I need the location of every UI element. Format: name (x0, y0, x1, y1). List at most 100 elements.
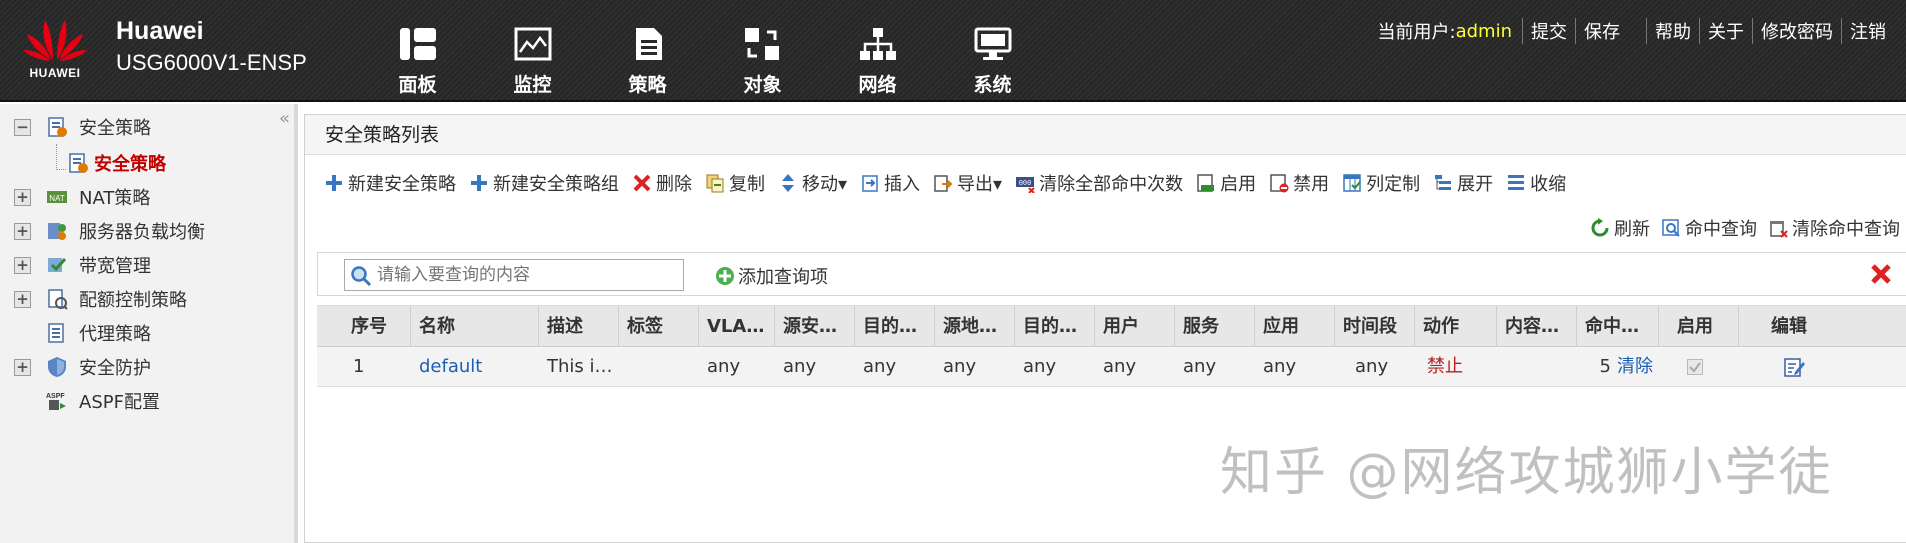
column-header-enabled[interactable]: 启用 (1659, 306, 1739, 348)
export-dropdown[interactable]: 导出▾ (932, 170, 1002, 196)
logout-link[interactable]: 注销 (1841, 18, 1894, 44)
column-header-app[interactable]: 应用 (1255, 306, 1335, 348)
clear-hits-icon: 000 (1014, 172, 1036, 194)
enable-icon (1195, 172, 1217, 194)
disable-button[interactable]: 禁用 (1268, 170, 1329, 196)
edit-icon (1784, 358, 1805, 377)
search-input[interactable] (344, 259, 684, 291)
sidebar-item-load-balance[interactable]: + 服务器负载均衡 (14, 216, 205, 246)
column-header-edit: 编辑 (1771, 316, 1807, 337)
sidebar-item-security-protection[interactable]: + 安全防护 (14, 352, 151, 382)
copy-button[interactable]: 复制 (704, 170, 765, 196)
nav-monitor[interactable]: 监控 (475, 0, 590, 102)
columns-icon (1341, 172, 1363, 194)
column-header-action[interactable]: 动作 (1415, 306, 1497, 348)
row-dst-zone: any (863, 356, 897, 377)
new-policy-button[interactable]: 新建安全策略 (323, 170, 456, 196)
sidebar-item-quota[interactable]: + 配额控制策略 (14, 284, 187, 314)
bandwidth-icon (45, 253, 69, 277)
sidebar-item-bandwidth[interactable]: + 带宽管理 (14, 250, 151, 280)
brand: Huawei USG6000V1-ENSP (116, 14, 307, 78)
row-app: any (1263, 356, 1297, 377)
expand-toggle-icon[interactable]: + (14, 290, 31, 308)
add-query-button[interactable]: 添加查询项 (714, 263, 828, 289)
clear-hit-query-icon (1767, 217, 1789, 239)
collapse-toggle-icon[interactable]: − (14, 118, 31, 136)
clear-hit-query-button[interactable]: 清除命中查询 (1767, 215, 1900, 241)
column-header-src-addr[interactable]: 源地… (935, 306, 1015, 348)
row-enabled-checkbox[interactable] (1659, 347, 1739, 387)
column-header-tag[interactable]: 标签 (619, 306, 699, 348)
insert-button[interactable]: 插入 (859, 170, 920, 196)
sidebar-item-security-policy[interactable]: 安全策略 (66, 148, 166, 178)
delete-button[interactable]: 删除 (631, 170, 692, 196)
row-content (1497, 347, 1577, 387)
table-header: 序号 名称 描述 标签 VLA… 源安… 目的… 源地… 目的… 用户 服务 应… (317, 305, 1906, 348)
expand-toggle-icon[interactable]: + (14, 188, 31, 206)
refresh-button[interactable]: 刷新 (1589, 215, 1650, 241)
change-password-link[interactable]: 修改密码 (1752, 18, 1841, 44)
copy-icon (704, 172, 726, 194)
move-dropdown[interactable]: 移动▾ (777, 170, 847, 196)
column-header-index[interactable]: 序号 (317, 306, 411, 348)
hit-query-button[interactable]: 命中查询 (1660, 215, 1757, 241)
expand-toggle-icon[interactable]: + (14, 222, 31, 240)
nav-network[interactable]: 网络 (820, 0, 935, 102)
system-icon (971, 24, 1015, 64)
row-tag (619, 347, 699, 387)
toolbar: 新建安全策略 新建安全策略组 删除 复制 移动▾ 插入 导出▾ 000 清除全部 (323, 168, 1578, 198)
row-edit-button[interactable] (1739, 347, 1906, 387)
new-policy-group-button[interactable]: 新建安全策略组 (468, 170, 619, 196)
expand-toggle-icon[interactable]: + (14, 358, 31, 376)
column-header-dst-addr[interactable]: 目的… (1015, 306, 1095, 348)
column-header-service[interactable]: 服务 (1175, 306, 1255, 348)
table-row[interactable]: 1 default This i… any any any any any an… (317, 347, 1906, 387)
nav-object[interactable]: 对象 (705, 0, 820, 102)
nav-dashboard[interactable]: 面板 (360, 0, 475, 102)
row-time: any (1355, 356, 1389, 377)
submit-link[interactable]: 提交 (1522, 18, 1575, 44)
column-header-src-zone[interactable]: 源安… (775, 306, 855, 348)
sidebar-item-proxy[interactable]: 代理策略 (14, 318, 151, 348)
save-link[interactable]: 保存 (1575, 18, 1628, 44)
column-header-hits[interactable]: 命中… (1577, 306, 1659, 348)
help-link[interactable]: 帮助 (1646, 18, 1699, 44)
sidebar-item-security-policy-group[interactable]: − 安全策略 (14, 112, 151, 142)
column-header-vlan[interactable]: VLA… (699, 306, 775, 348)
sidebar-item-label: 带宽管理 (79, 256, 151, 277)
sidebar-item-aspf[interactable]: ASPF ASPF配置 (14, 386, 160, 416)
row-desc: This i… (547, 356, 613, 377)
column-customize-button[interactable]: 列定制 (1341, 170, 1420, 196)
nav-policy[interactable]: 策略 (590, 0, 705, 102)
column-header-content[interactable]: 内容… (1497, 306, 1577, 348)
column-header-dst-zone[interactable]: 目的… (855, 306, 935, 348)
nav-label: 网络 (858, 74, 897, 96)
top-links: 当前用户: admin 提交 保存 帮助 关于 修改密码 注销 (1378, 18, 1894, 44)
about-link[interactable]: 关于 (1699, 18, 1752, 44)
collapse-button[interactable]: 收缩 (1505, 170, 1566, 196)
proxy-icon (45, 321, 69, 345)
secondary-toolbar: 刷新 命中查询 清除命中查询 (1579, 213, 1900, 243)
expand-button[interactable]: 展开 (1432, 170, 1493, 196)
expand-toggle-icon[interactable]: + (14, 256, 31, 274)
collapse-sidebar-icon[interactable]: « (279, 108, 290, 129)
logo-text: HUAWEI (29, 66, 81, 80)
current-user-label: 当前用户: (1377, 22, 1456, 43)
row-clear-hits-link[interactable]: 清除 (1615, 347, 1659, 387)
sidebar-item-label: 代理策略 (79, 324, 151, 345)
nav-label: 对象 (743, 74, 782, 96)
security-policy-icon (66, 151, 90, 175)
column-header-time[interactable]: 时间段 (1335, 306, 1415, 348)
close-search-icon[interactable] (1870, 263, 1892, 285)
column-header-user[interactable]: 用户 (1095, 306, 1175, 348)
column-header-desc[interactable]: 描述 (539, 306, 619, 348)
disable-icon (1268, 172, 1290, 194)
row-name-link[interactable]: default (411, 347, 539, 387)
insert-icon (859, 172, 881, 194)
clear-all-hits-button[interactable]: 000 清除全部命中次数 (1014, 170, 1183, 196)
enable-button[interactable]: 启用 (1195, 170, 1256, 196)
column-header-name[interactable]: 名称 (411, 306, 539, 348)
sidebar-item-nat[interactable]: + NAT NAT策略 (14, 182, 150, 212)
nav-system[interactable]: 系统 (935, 0, 1050, 102)
security-policy-icon (45, 115, 69, 139)
